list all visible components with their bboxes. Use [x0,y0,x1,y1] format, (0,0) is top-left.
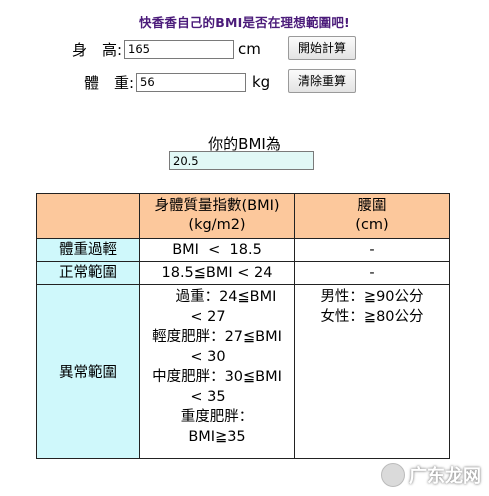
waist-cell: 男性：≧90公分 女性：≧80公分 [294,284,450,459]
category-cell: 體重過輕 [36,238,140,262]
header-waist-unit: (cm) [355,217,389,233]
header-bmi: 身體質量指數(BMI) (kg/m2) [139,193,295,239]
height-label: 身 高: [72,40,123,59]
header-bmi-title: 身體質量指數(BMI) [154,198,280,214]
header-waist: 腰圍 (cm) [294,193,450,239]
bmi-range-line: 中度肥胖：30≦BMI [152,369,282,385]
bmi-range-line: 重度肥胖： [180,409,254,425]
header-bmi-unit: (kg/m2) [188,217,246,233]
bmi-range-cell: 過重：24≦BMI < 27 輕度肥胖：27≦BMI < 30 中度肥胖：30≦… [139,284,295,459]
height-input[interactable] [124,39,234,59]
bmi-range-line: < 27 [190,309,226,325]
category-cell: 異常範圍 [36,284,140,459]
weight-row: 體 重: kg [84,70,270,94]
table-row: 體重過輕 BMI < 18.5 - [36,238,450,262]
watermark-text: 广东龙网 [409,466,481,487]
waist-cell: - [294,238,450,262]
height-unit: cm [238,40,261,58]
waist-cell: - [294,261,450,285]
bmi-calculator-page: 快香香自己的BMI是否在理想範圍吧! 身 高: cm 開始計算 體 重: kg … [0,0,489,496]
watermark-logo-icon [381,463,405,487]
waist-line-female: 女性：≧80公分 [320,309,424,325]
weight-unit: kg [252,73,271,91]
height-row: 身 高: cm [72,37,261,61]
bmi-range-line: < 30 [190,349,226,365]
bmi-range-line: BMI≧35 [188,429,246,445]
bmi-range-cell: BMI < 18.5 [139,238,295,262]
header-empty-cell [36,193,140,239]
calculate-button[interactable]: 開始計算 [288,36,356,60]
table-row: 異常範圍 過重：24≦BMI < 27 輕度肥胖：27≦BMI < 30 中度肥… [36,284,450,459]
bmi-range-line: 過重：24≦BMI [175,289,277,305]
clear-button[interactable]: 清除重算 [288,69,356,93]
table-row: 正常範圍 18.5≦BMI < 24 - [36,261,450,285]
headline: 快香香自己的BMI是否在理想範圍吧! [139,15,350,30]
waist-line-male: 男性：≧90公分 [320,289,424,305]
bmi-range-line: 輕度肥胖：27≦BMI [152,329,282,345]
table-header-row: 身體質量指數(BMI) (kg/m2) 腰圍 (cm) [36,193,450,239]
bmi-result-field[interactable] [169,151,314,170]
category-cell: 正常範圍 [36,261,140,285]
bmi-range-line: < 35 [190,389,226,405]
watermark: 广东龙网 [381,462,481,488]
weight-input[interactable] [136,72,246,92]
bmi-range-cell: 18.5≦BMI < 24 [139,261,295,285]
weight-label: 體 重: [84,73,135,92]
bmi-reference-table: 身體質量指數(BMI) (kg/m2) 腰圍 (cm) 體重過輕 BMI < 1… [36,193,450,459]
header-waist-title: 腰圍 [357,198,387,214]
